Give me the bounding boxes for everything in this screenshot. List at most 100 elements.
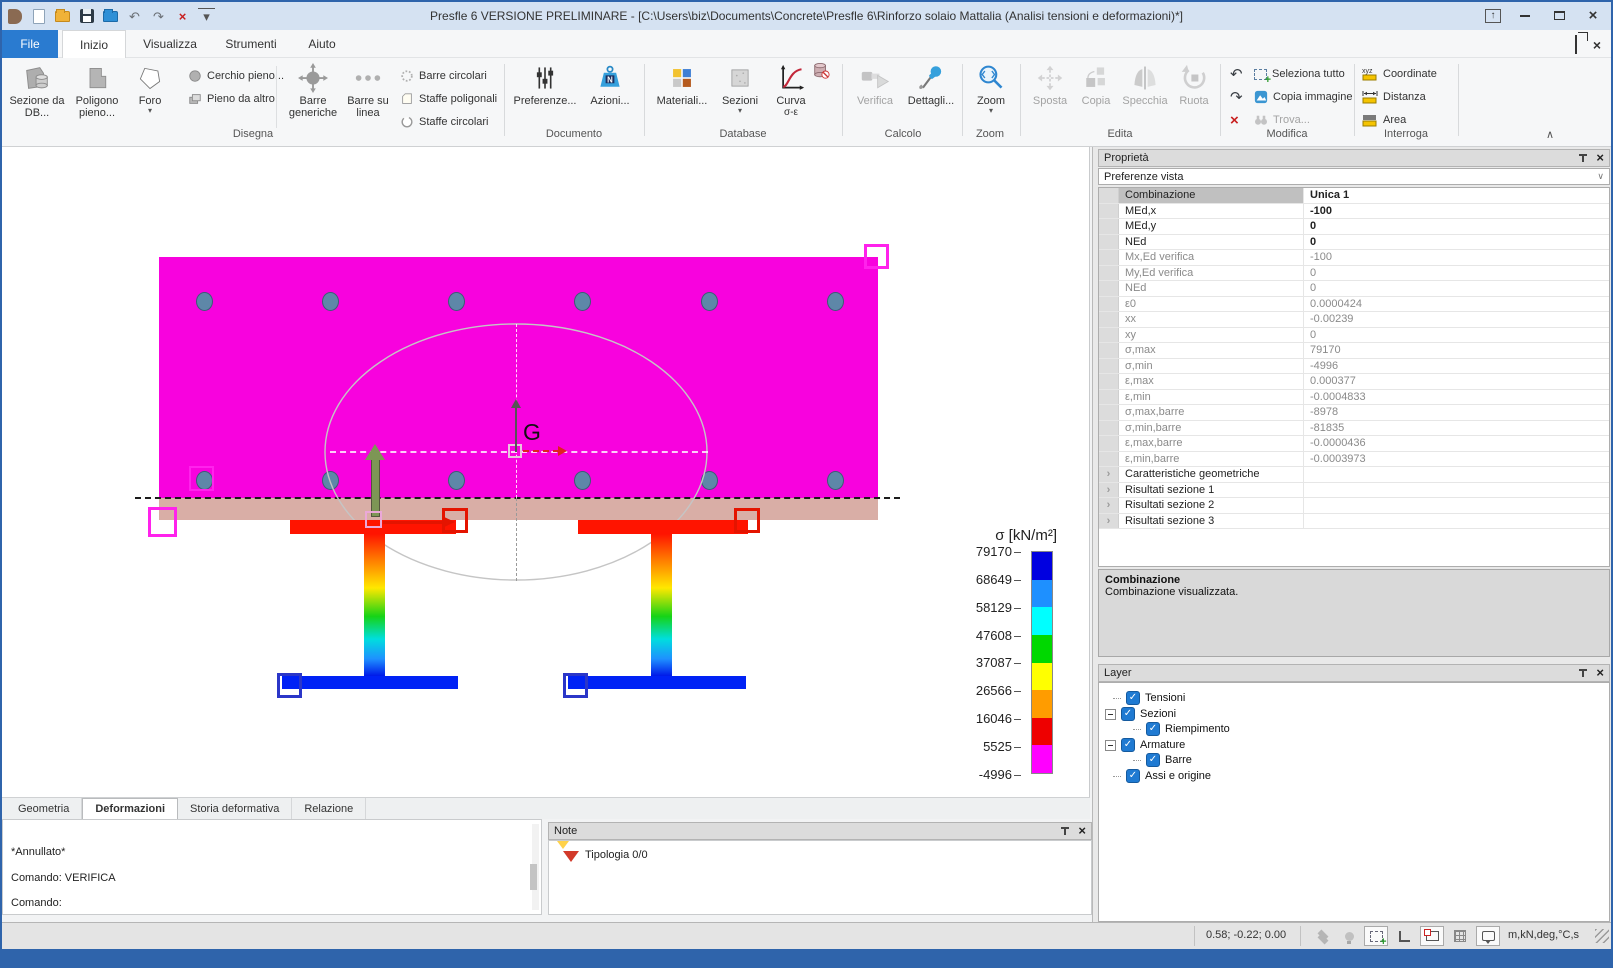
- grid-toggle[interactable]: [1448, 926, 1472, 946]
- ruota-button[interactable]: Ruota: [1174, 61, 1214, 127]
- property-row[interactable]: NEd0: [1099, 235, 1609, 251]
- sezione-da-db-button[interactable]: Sezione da DB...: [8, 61, 66, 127]
- collapse-expander-icon[interactable]: [1105, 740, 1116, 751]
- pin-icon[interactable]: [1060, 826, 1070, 836]
- copia-immagine-button[interactable]: Copia immagine: [1254, 87, 1352, 107]
- lightbulb-icon[interactable]: [1340, 928, 1358, 944]
- property-row[interactable]: σ,max79170: [1099, 343, 1609, 359]
- selection-handle-magenta[interactable]: [148, 507, 177, 537]
- checkbox-checked[interactable]: ✓: [1121, 738, 1135, 752]
- property-row[interactable]: NEd0: [1099, 281, 1609, 297]
- pin-icon[interactable]: [1578, 668, 1588, 678]
- note-item[interactable]: Tipologia 0/0: [585, 849, 648, 861]
- beam2-top-flange[interactable]: [578, 520, 748, 534]
- pieno-da-altro-button[interactable]: Pieno da altro: [188, 89, 275, 109]
- beam1-web[interactable]: [364, 534, 385, 676]
- selection-handle-magenta[interactable]: [189, 466, 214, 491]
- undo-small-button[interactable]: ↶: [1230, 64, 1243, 84]
- close-icon[interactable]: ×: [1078, 826, 1086, 836]
- tab-storia-deformativa[interactable]: Storia deformativa: [178, 798, 292, 819]
- collapse-ribbon-chevron-icon[interactable]: ∧: [1546, 128, 1554, 141]
- expand-chevron-icon[interactable]: ›: [1107, 484, 1111, 496]
- close-icon[interactable]: ×: [1596, 668, 1604, 678]
- expand-chevron-icon[interactable]: ›: [1107, 499, 1111, 511]
- property-row[interactable]: ε,min,barre-0.0003973: [1099, 452, 1609, 468]
- property-group-row[interactable]: ›Risultati sezione 3: [1099, 514, 1609, 530]
- property-row[interactable]: σ,min,barre-81835: [1099, 421, 1609, 437]
- property-group-row[interactable]: ›Risultati sezione 2: [1099, 498, 1609, 514]
- log-scrollbar[interactable]: [532, 824, 539, 910]
- layers-icon[interactable]: [1314, 928, 1332, 944]
- checkbox-checked[interactable]: ✓: [1121, 707, 1135, 721]
- open-file-button[interactable]: [54, 8, 71, 24]
- beam2-bottom-flange[interactable]: [568, 676, 746, 689]
- drawing-canvas[interactable]: G σ [kN/m²] 79170 68649 58129 47608 3708…: [2, 147, 1090, 797]
- arrow-base-handle[interactable]: [365, 511, 382, 528]
- delete-button[interactable]: ×: [174, 8, 191, 24]
- beam1-bottom-flange[interactable]: [282, 676, 458, 689]
- collapse-expander-icon[interactable]: [1105, 709, 1116, 720]
- selection-handle-blue[interactable]: [563, 673, 588, 698]
- tab-relazione[interactable]: Relazione: [292, 798, 366, 819]
- property-row[interactable]: Mx,Ed verifica-100: [1099, 250, 1609, 266]
- specchia-button[interactable]: Specchia: [1118, 61, 1172, 127]
- redo-small-button[interactable]: ↷: [1230, 87, 1243, 107]
- curva-sigma-eps-button[interactable]: Curva σ-ε: [768, 61, 814, 127]
- property-group-row[interactable]: ›Risultati sezione 1: [1099, 483, 1609, 499]
- tab-visualizza[interactable]: Visualizza: [130, 30, 210, 58]
- selection-handle-red[interactable]: [442, 508, 468, 533]
- property-row[interactable]: ε,min-0.0004833: [1099, 390, 1609, 406]
- checkbox-checked[interactable]: ✓: [1126, 769, 1140, 783]
- tab-aiuto[interactable]: Aiuto: [292, 30, 352, 58]
- expand-chevron-icon[interactable]: ›: [1107, 468, 1111, 480]
- property-row[interactable]: MEd,y0: [1099, 219, 1609, 235]
- property-row[interactable]: xx-0.00239: [1099, 312, 1609, 328]
- barre-su-linea-button[interactable]: Barre su linea: [342, 61, 394, 127]
- tab-strumenti[interactable]: Strumenti: [212, 30, 290, 58]
- tab-geometria[interactable]: Geometria: [6, 798, 82, 819]
- ribbon-toggle-icon[interactable]: ↑: [1485, 9, 1501, 23]
- close-icon[interactable]: ×: [1596, 153, 1604, 163]
- tab-deformazioni[interactable]: Deformazioni: [82, 798, 178, 819]
- open-folder-button[interactable]: [102, 8, 119, 24]
- save-button[interactable]: [78, 8, 95, 24]
- property-row[interactable]: ε00.0000424: [1099, 297, 1609, 313]
- delete-small-button[interactable]: ×: [1230, 110, 1239, 130]
- property-row[interactable]: My,Ed verifica0: [1099, 266, 1609, 282]
- seleziona-tutto-button[interactable]: Seleziona tutto: [1254, 64, 1345, 84]
- cerchio-pieno-button[interactable]: Cerchio pieno...: [188, 66, 284, 86]
- layer-item-barre[interactable]: ✓Barre: [1133, 752, 1192, 768]
- property-row[interactable]: ε,max,barre-0.0000436: [1099, 436, 1609, 452]
- poligono-pieno-button[interactable]: Poligono pieno...: [68, 61, 126, 127]
- database-delete-icon[interactable]: [812, 62, 830, 80]
- command-log[interactable]: *Annullato* Comando: VERIFICA Comando:: [2, 819, 542, 915]
- selection-handle-blue[interactable]: [277, 673, 302, 698]
- property-row[interactable]: ε,max0.000377: [1099, 374, 1609, 390]
- sezioni-button[interactable]: Sezioni ▾: [716, 61, 764, 127]
- customize-toolbar-caret[interactable]: ▾: [198, 8, 215, 24]
- view-preferences-dropdown[interactable]: Preferenze vista ∨: [1098, 168, 1610, 185]
- tooltip-toggle[interactable]: [1476, 926, 1500, 946]
- selection-handle-magenta[interactable]: [864, 244, 889, 269]
- preferenze-button[interactable]: Preferenze...: [514, 61, 576, 127]
- dettagli-button[interactable]: Dettagli...: [904, 61, 958, 127]
- resize-grip[interactable]: [1595, 929, 1609, 943]
- layer-item-armature[interactable]: ✓Armature: [1105, 737, 1185, 753]
- verifica-button[interactable]: Verifica: [850, 61, 900, 127]
- staffe-poligonali-button[interactable]: Staffe poligonali: [400, 89, 497, 109]
- checkbox-checked[interactable]: ✓: [1146, 753, 1160, 767]
- selection-handle-red[interactable]: [734, 508, 760, 533]
- beam2-web[interactable]: [651, 534, 672, 676]
- redo-button[interactable]: ↷: [150, 8, 167, 24]
- close-button[interactable]: ×: [1583, 7, 1603, 24]
- expand-chevron-icon[interactable]: ›: [1107, 515, 1111, 527]
- property-row[interactable]: CombinazioneUnica 1: [1099, 188, 1609, 204]
- checkbox-checked[interactable]: ✓: [1126, 691, 1140, 705]
- checkbox-checked[interactable]: ✓: [1146, 722, 1160, 736]
- azioni-button[interactable]: N Azioni...: [584, 61, 636, 127]
- minimize-button[interactable]: [1515, 7, 1535, 24]
- property-group-row[interactable]: ›Caratteristiche geometriche: [1099, 467, 1609, 483]
- trova-button[interactable]: Trova...: [1254, 110, 1310, 130]
- coordinate-button[interactable]: xyz Coordinate: [1362, 64, 1437, 84]
- layer-item-riempimento[interactable]: ✓Riempimento: [1133, 721, 1230, 737]
